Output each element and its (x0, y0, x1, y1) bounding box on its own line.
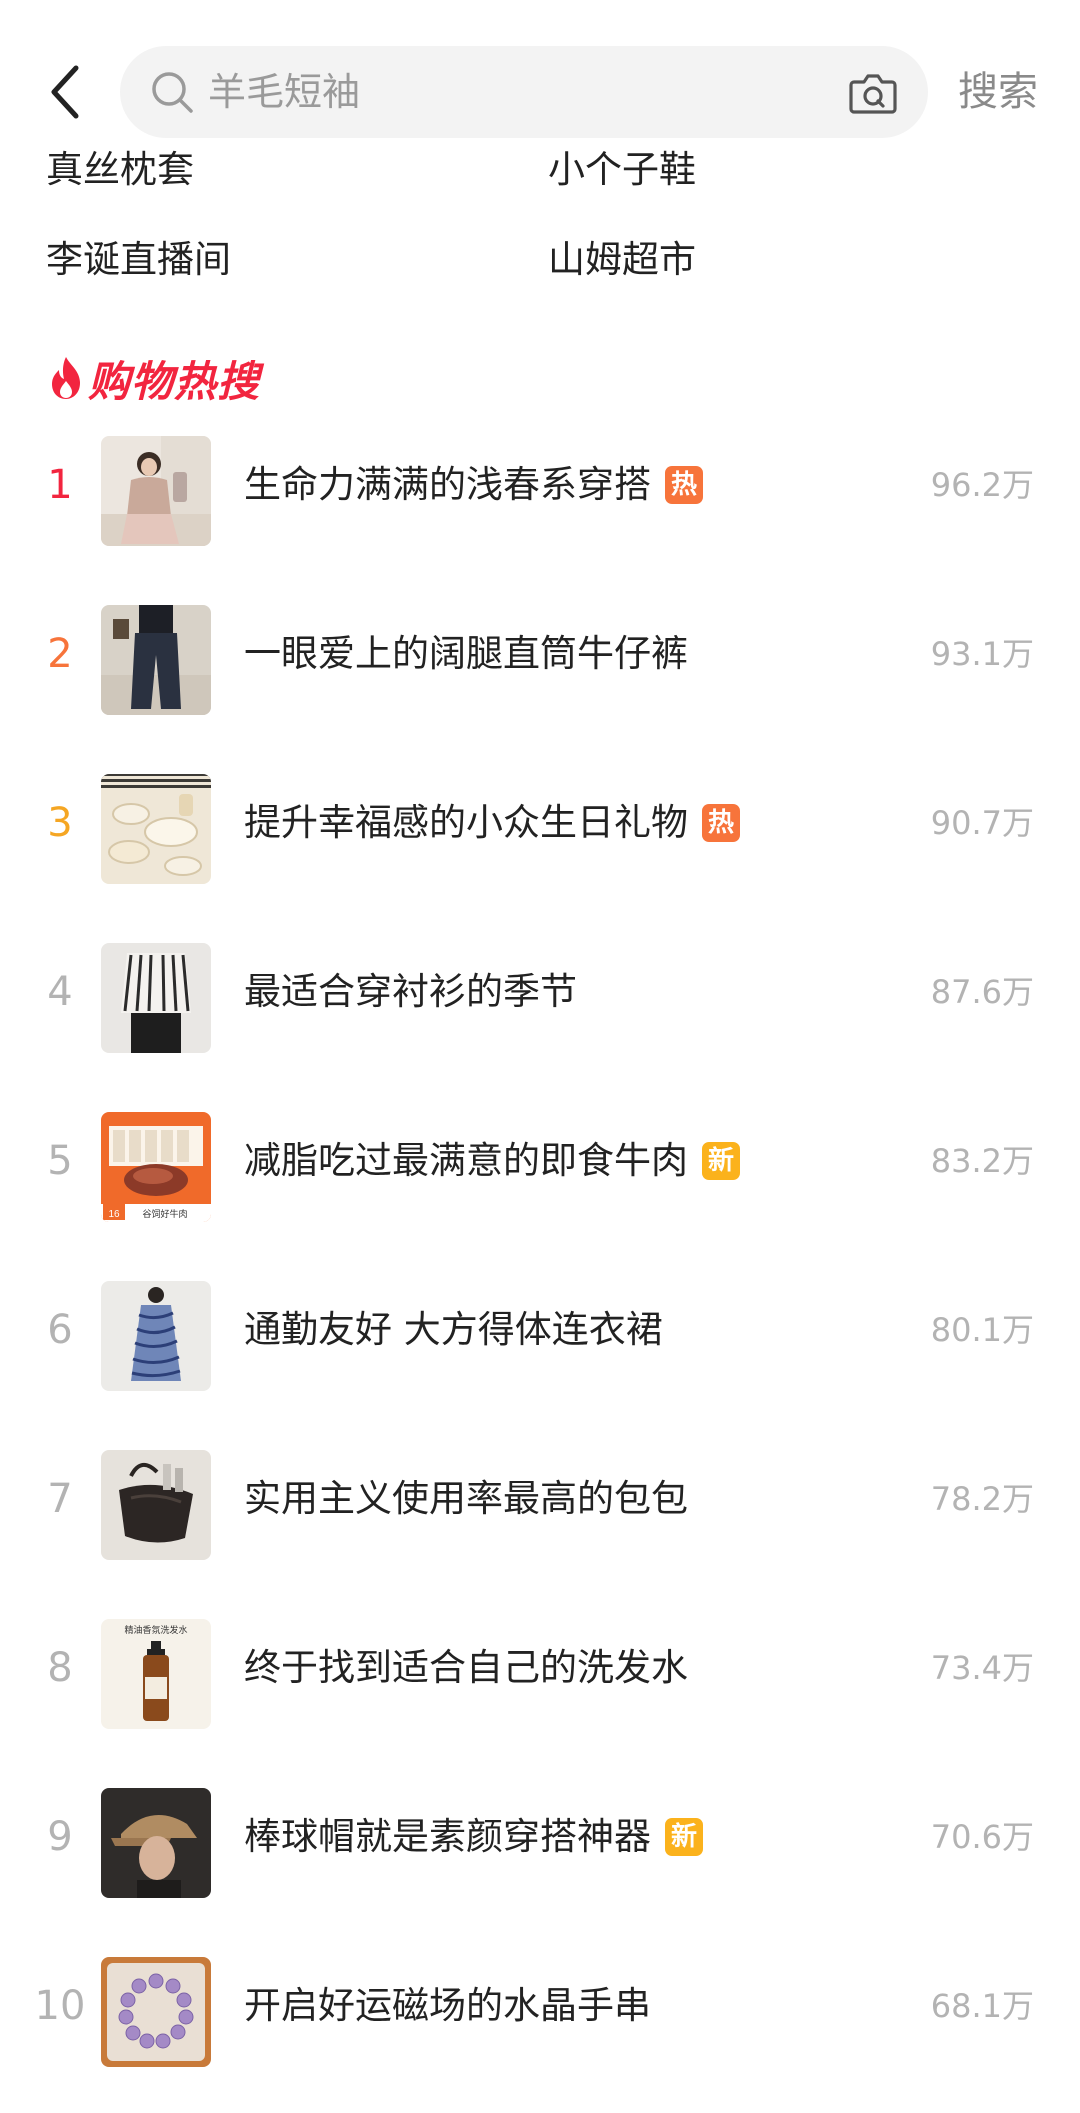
rank-number: 5 (47, 1138, 73, 1184)
search-input[interactable]: 羊毛短袖 (208, 46, 808, 138)
shampoo-photo-thumbnail: 精油香氛洗发水 (101, 1619, 211, 1729)
suggestion-item[interactable]: 小个子鞋 (548, 140, 696, 200)
rank-number: 10 (34, 1983, 86, 2029)
hot-item-title: 生命力满满的浅春系穿搭 热 (244, 420, 703, 550)
bag-photo-thumbnail (101, 1450, 211, 1560)
shampoo-label: 精油香氛洗发水 (124, 1624, 187, 1636)
beef-label: 16 (108, 1209, 120, 1220)
hot-list-item[interactable]: 6 通勤友好 大方得体连衣裙 80.1万 (0, 1265, 1080, 1395)
hot-list-item[interactable]: 3 提升幸福感的小众生日礼物 热 90.7万 (0, 758, 1080, 888)
heat-value: 80.1万 (930, 1311, 1034, 1349)
search-button[interactable]: 搜索 (958, 46, 1038, 138)
hot-search-header: 购物热搜 (48, 348, 260, 408)
dress-photo-thumbnail (101, 1281, 211, 1391)
rank-number: 4 (47, 969, 73, 1015)
heat-value: 70.6万 (930, 1818, 1034, 1856)
hot-item-title: 提升幸福感的小众生日礼物 热 (244, 758, 740, 888)
heat-value: 68.1万 (930, 1987, 1034, 2025)
hot-item-title: 终于找到适合自己的洗发水 (244, 1646, 688, 1689)
rank-number: 7 (47, 1476, 73, 1522)
search-icon (152, 72, 193, 113)
jeans-photo-thumbnail (101, 605, 211, 715)
hot-item-title: 一眼爱上的阔腿直筒牛仔裤 (244, 632, 688, 675)
suggestion-item[interactable]: 山姆超市 (548, 230, 696, 290)
beef-caption: 谷饲好牛肉 (142, 1208, 187, 1220)
chevron-left-icon (51, 65, 79, 119)
rank-number: 2 (47, 631, 73, 677)
hot-item-title: 实用主义使用率最高的包包 (244, 1477, 688, 1520)
new-badge: 新 (702, 1142, 740, 1180)
hot-item-title: 开启好运磁场的水晶手串 (244, 1984, 651, 2027)
new-badge: 新 (665, 1818, 703, 1856)
hot-badge: 热 (702, 804, 740, 842)
hot-list-item[interactable]: 4 最适合穿衬衫的季节 87.6万 (0, 927, 1080, 1057)
rank-number: 3 (47, 800, 73, 846)
heat-value: 90.7万 (930, 804, 1034, 842)
hot-list-item[interactable]: 9 棒球帽就是素颜穿搭神器 新 70.6万 (0, 1772, 1080, 1902)
rank-number: 9 (47, 1814, 73, 1860)
back-button[interactable] (40, 56, 90, 128)
tableware-photo-thumbnail (101, 774, 211, 884)
hot-list-item[interactable]: 8 精油香氛洗发水 终于找到适合自己的洗发水 73.4万 (0, 1603, 1080, 1733)
camera-icon[interactable] (848, 68, 898, 116)
beef-photo-thumbnail: 16 谷饲好牛肉 (101, 1112, 211, 1222)
search-bar[interactable]: 羊毛短袖 (120, 46, 928, 138)
hot-list-item[interactable]: 2 一眼爱上的阔腿直筒牛仔裤 93.1万 (0, 589, 1080, 719)
shirt-photo-thumbnail (101, 943, 211, 1053)
hot-list-item[interactable]: 7 实用主义使用率最高的包包 78.2万 (0, 1434, 1080, 1564)
hot-item-title: 减脂吃过最满意的即食牛肉 新 (244, 1096, 740, 1226)
heat-value: 78.2万 (930, 1480, 1034, 1518)
heat-value: 83.2万 (930, 1142, 1034, 1180)
fashion-photo-thumbnail (101, 436, 211, 546)
rank-number: 8 (47, 1645, 73, 1691)
heat-value: 73.4万 (930, 1649, 1034, 1687)
rank-number: 6 (47, 1307, 73, 1353)
search-header: 羊毛短袖 搜索 (0, 0, 1080, 140)
hot-item-title: 通勤友好 大方得体连衣裙 (244, 1308, 663, 1351)
heat-value: 87.6万 (930, 973, 1034, 1011)
heat-value: 93.1万 (930, 635, 1034, 673)
bracelet-photo-thumbnail (101, 1957, 211, 2067)
rank-number: 1 (47, 462, 73, 508)
hot-item-title: 最适合穿衬衫的季节 (244, 970, 577, 1013)
hot-badge: 热 (665, 466, 703, 504)
hot-list-item[interactable]: 10 开启好运磁场的水晶手串 68.1万 (0, 1941, 1080, 2071)
hot-list-item[interactable]: 5 16 谷饲好牛肉 减脂吃过最满意的即食牛肉 新 83.2万 (0, 1096, 1080, 1226)
hot-search-title: 购物热搜 (88, 356, 261, 406)
cap-photo-thumbnail (101, 1788, 211, 1898)
hot-item-title: 棒球帽就是素颜穿搭神器 新 (244, 1772, 703, 1902)
suggestion-item[interactable]: 李诞直播间 (46, 230, 231, 290)
heat-value: 96.2万 (930, 466, 1034, 504)
flame-icon (52, 357, 80, 399)
suggestion-item[interactable]: 真丝枕套 (46, 140, 194, 200)
hot-list-item[interactable]: 1 生命力满满的浅春系穿搭 热 96.2万 (0, 420, 1080, 550)
